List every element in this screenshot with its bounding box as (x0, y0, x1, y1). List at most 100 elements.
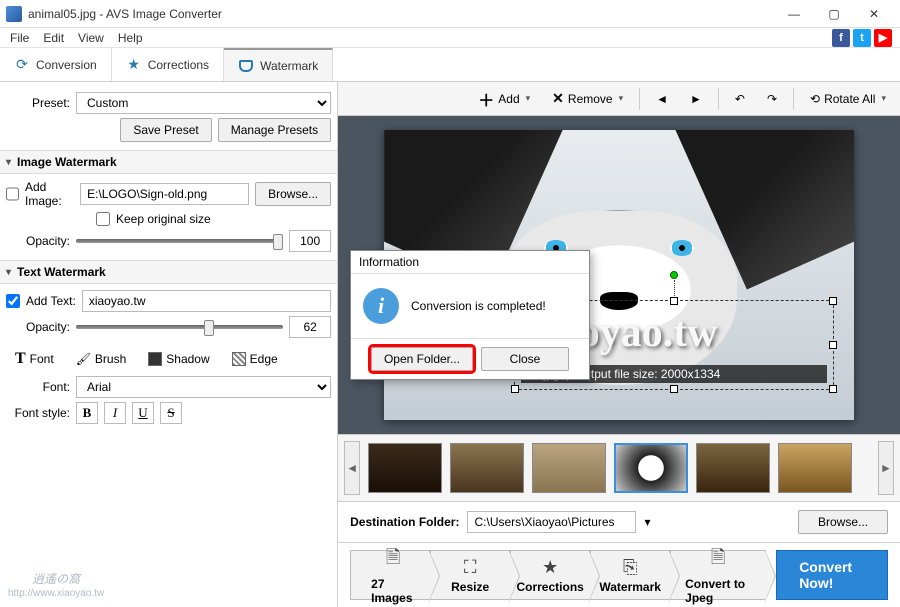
menu-file[interactable]: File (4, 29, 35, 47)
destination-input[interactable] (467, 511, 636, 533)
brush-tab[interactable]: 🖌Brush (67, 348, 136, 370)
convert-icon: 🗎 (711, 545, 725, 575)
menu-help[interactable]: Help (112, 29, 149, 47)
stage-watermark[interactable]: ⎘Watermark (590, 550, 670, 600)
pipeline: 🗎27 Images ⛶Resize ★Corrections ⎘Waterma… (338, 543, 900, 607)
open-folder-button[interactable]: Open Folder... (371, 347, 473, 371)
youtube-icon[interactable]: ▶ (874, 29, 892, 47)
undo-button[interactable]: ↶ (729, 92, 751, 106)
underline-button[interactable]: U (132, 402, 154, 424)
info-dialog: Information i Conversion is completed! O… (350, 250, 590, 380)
thumb-4[interactable] (614, 443, 688, 493)
twitter-icon[interactable]: t (853, 29, 871, 47)
add-text-label: Add Text: (26, 294, 76, 308)
thumb-prev[interactable]: ◄ (344, 441, 360, 495)
text-opacity-value[interactable] (289, 316, 331, 338)
save-preset-button[interactable]: Save Preset (120, 118, 211, 142)
destination-row: Destination Folder: ▾ Browse... (338, 502, 900, 543)
tab-conversion[interactable]: ⟳ Conversion (0, 48, 112, 81)
font-tab[interactable]: TFont (6, 346, 63, 372)
preview-size: Output file size: 2000x1334 (575, 367, 720, 381)
close-button[interactable]: ✕ (854, 3, 894, 25)
shadow-tab[interactable]: Shadow (139, 348, 218, 370)
refresh-icon: ⟳ (14, 57, 30, 73)
app-icon (6, 6, 22, 22)
stage-corrections[interactable]: ★Corrections (510, 550, 590, 600)
stage-convert[interactable]: 🗎Convert to Jpeg (670, 550, 766, 600)
next-button[interactable]: ► (684, 92, 708, 106)
stage-resize[interactable]: ⛶Resize (430, 550, 510, 600)
tab-conversion-label: Conversion (36, 58, 97, 72)
browse-image-button[interactable]: Browse... (255, 182, 331, 206)
star-icon: ★ (126, 57, 142, 73)
tab-watermark-label: Watermark (260, 59, 318, 73)
thumb-next[interactable]: ► (878, 441, 894, 495)
text-opacity-label: Opacity: (6, 320, 70, 334)
destination-dropdown[interactable]: ▾ (644, 515, 650, 529)
corrections-icon: ★ (542, 557, 558, 578)
stamp-icon (238, 58, 254, 74)
bold-button[interactable]: B (76, 402, 98, 424)
dialog-close-button[interactable]: Close (481, 347, 569, 371)
stage-images[interactable]: 🗎27 Images (350, 550, 430, 600)
edge-icon (232, 352, 246, 366)
image-opacity-value[interactable] (289, 230, 331, 252)
rotate-all-button[interactable]: ⟲Rotate All (804, 92, 892, 106)
menu-edit[interactable]: Edit (37, 29, 70, 47)
preview-toolbar: ＋Add ✕Remove ◄ ► ↶ ↷ ⟲Rotate All (338, 82, 900, 116)
add-text-checkbox[interactable] (6, 294, 20, 308)
convert-now-button[interactable]: Convert Now! (776, 550, 888, 600)
add-image-label: Add Image: (25, 180, 74, 208)
image-opacity-label: Opacity: (6, 234, 70, 248)
preset-select[interactable]: Custom (76, 92, 331, 114)
italic-button[interactable]: I (104, 402, 126, 424)
rotate-handle[interactable] (670, 271, 678, 279)
add-button[interactable]: ＋Add (472, 87, 536, 111)
dialog-title: Information (351, 251, 589, 274)
thumb-1[interactable] (368, 443, 442, 493)
thumb-3[interactable] (532, 443, 606, 493)
strike-button[interactable]: S (160, 402, 182, 424)
titlebar: animal05.jpg - AVS Image Converter — ▢ ✕ (0, 0, 900, 28)
section-text-watermark[interactable]: Text Watermark (0, 260, 337, 284)
font-label: Font: (6, 380, 70, 394)
manage-presets-button[interactable]: Manage Presets (218, 118, 331, 142)
main-tabs: ⟳ Conversion ★ Corrections Watermark (0, 48, 900, 82)
images-icon: 🗎 (386, 545, 400, 575)
remove-button[interactable]: ✕Remove (546, 90, 629, 107)
keep-size-checkbox[interactable] (96, 212, 110, 226)
thumb-5[interactable] (696, 443, 770, 493)
shadow-icon (148, 352, 162, 366)
keep-size-label: Keep original size (116, 212, 211, 226)
tab-corrections[interactable]: ★ Corrections (112, 48, 224, 81)
thumbnail-strip: ◄ ► (338, 434, 900, 502)
resize-icon: ⛶ (464, 557, 477, 578)
thumb-6[interactable] (778, 443, 852, 493)
watermark-icon: ⎘ (623, 557, 637, 578)
redo-button[interactable]: ↷ (761, 92, 783, 106)
add-image-checkbox[interactable] (6, 187, 19, 201)
watermark-text-input[interactable] (82, 290, 331, 312)
facebook-icon[interactable]: f (832, 29, 850, 47)
tab-corrections-label: Corrections (148, 58, 209, 72)
dialog-message: Conversion is completed! (411, 299, 546, 313)
rotate-icon: ⟲ (810, 92, 820, 106)
brush-icon: 🖌 (76, 352, 91, 366)
preset-label: Preset: (6, 96, 70, 110)
prev-button[interactable]: ◄ (650, 92, 674, 106)
maximize-button[interactable]: ▢ (814, 3, 854, 25)
section-image-watermark[interactable]: Image Watermark (0, 150, 337, 174)
info-icon: i (363, 288, 399, 324)
font-select[interactable]: Arial (76, 376, 331, 398)
edge-tab[interactable]: Edge (223, 348, 287, 370)
thumb-2[interactable] (450, 443, 524, 493)
destination-label: Destination Folder: (350, 515, 459, 529)
minimize-button[interactable]: — (774, 3, 814, 25)
tab-watermark[interactable]: Watermark (224, 48, 333, 81)
menubar: File Edit View Help f t ▶ (0, 28, 900, 48)
browse-destination-button[interactable]: Browse... (798, 510, 888, 534)
image-opacity-slider[interactable] (76, 239, 283, 243)
menu-view[interactable]: View (72, 29, 110, 47)
image-path-input[interactable] (80, 183, 249, 205)
text-opacity-slider[interactable] (76, 325, 283, 329)
